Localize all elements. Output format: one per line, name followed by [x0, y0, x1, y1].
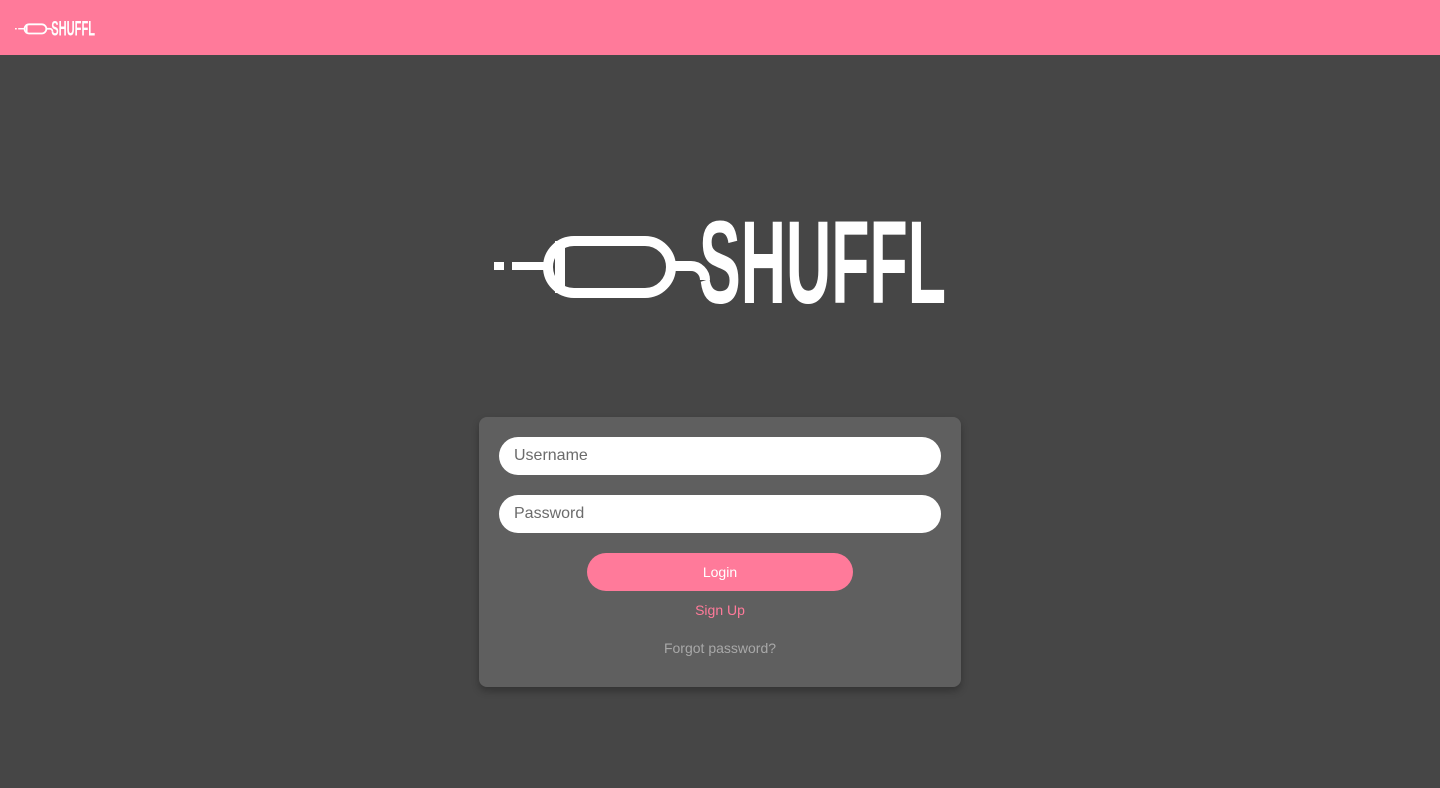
- login-card: Login Sign Up Forgot password?: [479, 417, 961, 687]
- svg-text:SHUFFL: SHUFFL: [51, 18, 95, 37]
- username-input[interactable]: [499, 437, 941, 475]
- password-input[interactable]: [499, 495, 941, 533]
- top-navbar: SHUFFL: [0, 0, 1440, 55]
- signup-link[interactable]: Sign Up: [479, 602, 961, 618]
- login-button[interactable]: Login: [587, 553, 853, 591]
- logo-wordmark: SHUFFL: [699, 214, 946, 304]
- forgot-password-link[interactable]: Forgot password?: [479, 640, 961, 656]
- shuffl-logo: SHUFFL: [494, 214, 946, 304]
- navbar-logo[interactable]: SHUFFL: [15, 18, 95, 37]
